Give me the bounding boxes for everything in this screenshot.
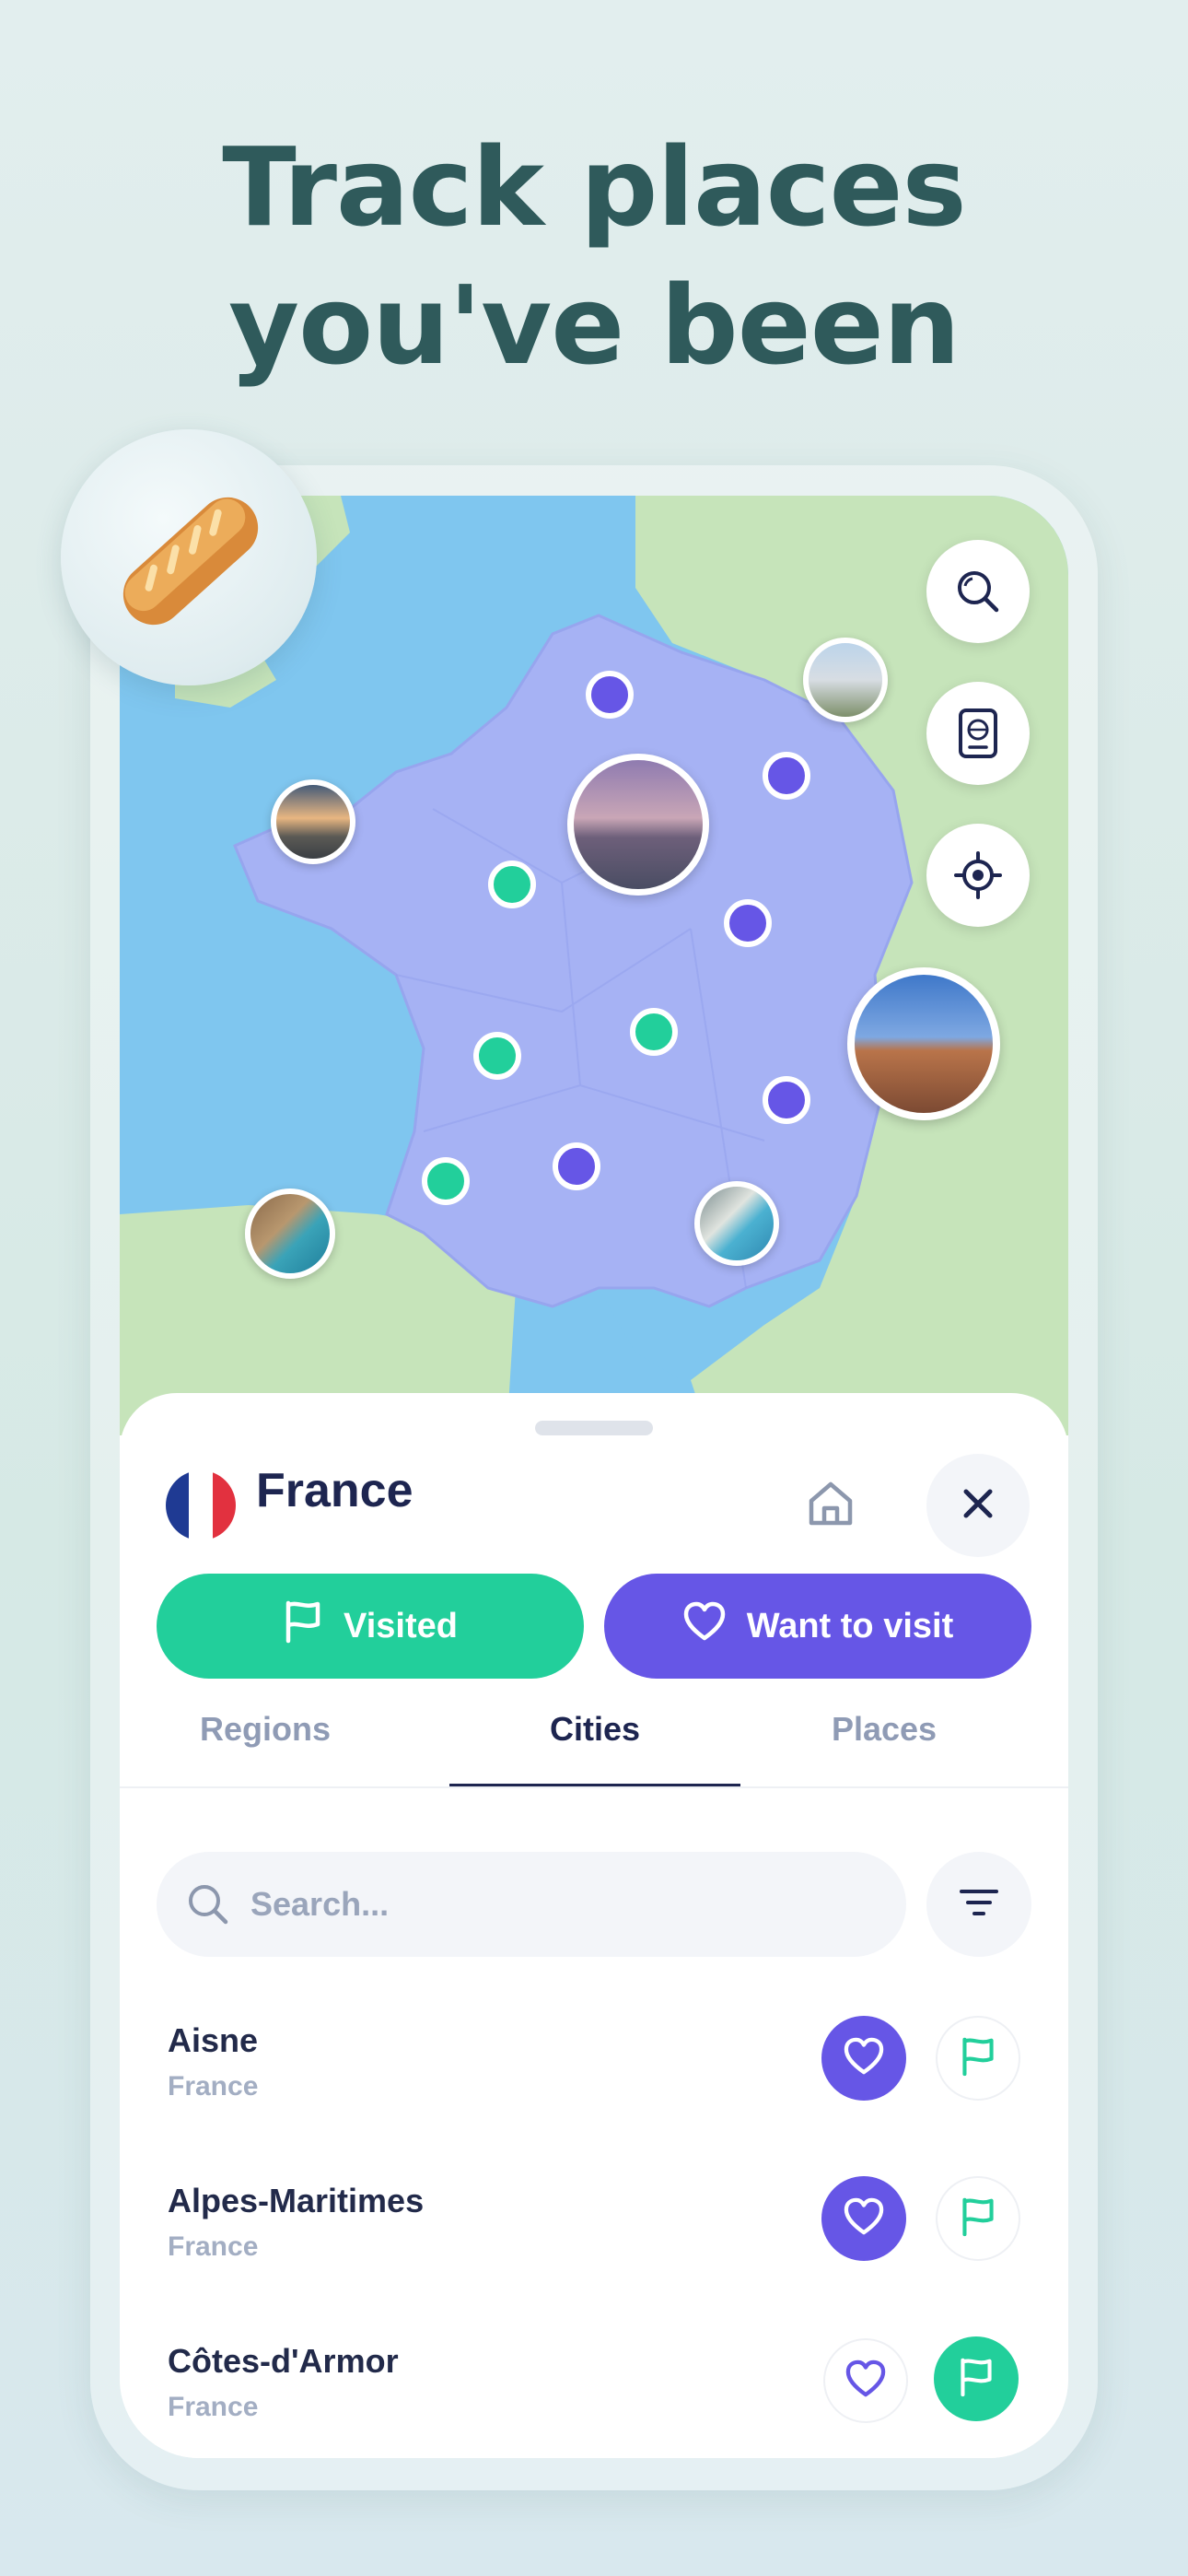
tab-regions[interactable]: Regions xyxy=(120,1710,411,1749)
headline-line-2: you've been xyxy=(228,262,961,389)
baguette-icon xyxy=(103,474,278,653)
flag-icon xyxy=(960,2036,996,2081)
close-icon xyxy=(961,1487,995,1525)
want-pin[interactable] xyxy=(553,1142,600,1190)
headline: Track places you've been xyxy=(0,118,1188,394)
list-item[interactable]: Aisne France xyxy=(120,2001,1068,2149)
tabs-divider xyxy=(120,1786,1068,1788)
want-pin[interactable] xyxy=(586,671,634,719)
visited-pin[interactable] xyxy=(630,1008,678,1056)
search-field[interactable]: Search... xyxy=(157,1852,906,1957)
tab-places[interactable]: Places xyxy=(739,1710,1030,1749)
want-to-visit-label: Want to visit xyxy=(746,1606,954,1645)
my-location-button[interactable] xyxy=(926,824,1030,927)
coast-sunset-photo-pin[interactable] xyxy=(271,779,355,864)
want-pin[interactable] xyxy=(763,752,810,800)
filter-icon xyxy=(959,1886,999,1924)
filter-button[interactable] xyxy=(926,1852,1031,1957)
visited-pin[interactable] xyxy=(422,1157,470,1205)
colosseum-photo-pin[interactable] xyxy=(847,967,1000,1120)
list-item[interactable]: Alpes-Maritimes France xyxy=(120,2161,1068,2309)
want-toggle[interactable] xyxy=(821,2176,906,2261)
item-country: France xyxy=(168,2231,259,2262)
home-button[interactable] xyxy=(798,1476,864,1535)
country-sheet: France Visited Want to visit Regions Cit… xyxy=(120,1393,1068,2458)
flag-icon xyxy=(960,2196,996,2242)
want-to-visit-button[interactable]: Want to visit xyxy=(604,1574,1031,1679)
flag-icon xyxy=(283,1599,323,1653)
visited-toggle[interactable] xyxy=(934,2336,1019,2421)
search-icon xyxy=(954,568,1002,615)
heart-icon xyxy=(844,2359,887,2403)
eiffel-tower-photo-pin[interactable] xyxy=(567,754,709,896)
cliff-bay-photo-pin[interactable] xyxy=(245,1188,335,1279)
list-item[interactable]: Côtes-d'Armor France xyxy=(120,2322,1068,2458)
france-flag xyxy=(166,1470,236,1540)
item-name: Côtes-d'Armor xyxy=(168,2342,399,2380)
sheet-handle[interactable] xyxy=(535,1421,653,1435)
want-pin[interactable] xyxy=(763,1076,810,1124)
app-screen: France Visited Want to visit Regions Cit… xyxy=(120,496,1068,2458)
passport-button[interactable] xyxy=(926,682,1030,785)
map-search-button[interactable] xyxy=(926,540,1030,643)
close-button[interactable] xyxy=(926,1454,1030,1557)
search-icon xyxy=(186,1882,230,1926)
visited-button[interactable]: Visited xyxy=(157,1574,584,1679)
locate-icon xyxy=(953,850,1003,900)
bread-emoji-bubble xyxy=(61,429,317,685)
visited-pin[interactable] xyxy=(473,1032,521,1080)
nice-beach-photo-pin[interactable] xyxy=(694,1181,779,1266)
heart-icon xyxy=(843,2197,885,2241)
item-name: Aisne xyxy=(168,2021,259,2059)
visited-pin[interactable] xyxy=(488,861,536,908)
want-toggle[interactable] xyxy=(821,2016,906,2101)
want-pin[interactable] xyxy=(724,899,772,947)
heart-icon xyxy=(843,2037,885,2080)
country-name: France xyxy=(256,1464,413,1517)
passport-icon xyxy=(955,708,1001,759)
item-name: Alpes-Maritimes xyxy=(168,2182,425,2219)
castle-photo-pin[interactable] xyxy=(803,638,888,722)
home-icon xyxy=(804,1477,857,1535)
visited-toggle[interactable] xyxy=(936,2176,1020,2261)
headline-line-1: Track places xyxy=(222,123,967,251)
visited-toggle[interactable] xyxy=(936,2016,1020,2101)
tab-cities[interactable]: Cities xyxy=(449,1710,740,1749)
want-toggle[interactable] xyxy=(823,2338,908,2423)
search-input[interactable]: Search... xyxy=(250,1885,389,1924)
visited-button-label: Visited xyxy=(344,1606,458,1645)
item-country: France xyxy=(168,2071,259,2102)
flag-icon xyxy=(958,2357,995,2402)
heart-icon xyxy=(682,1601,727,1651)
item-country: France xyxy=(168,2392,259,2422)
